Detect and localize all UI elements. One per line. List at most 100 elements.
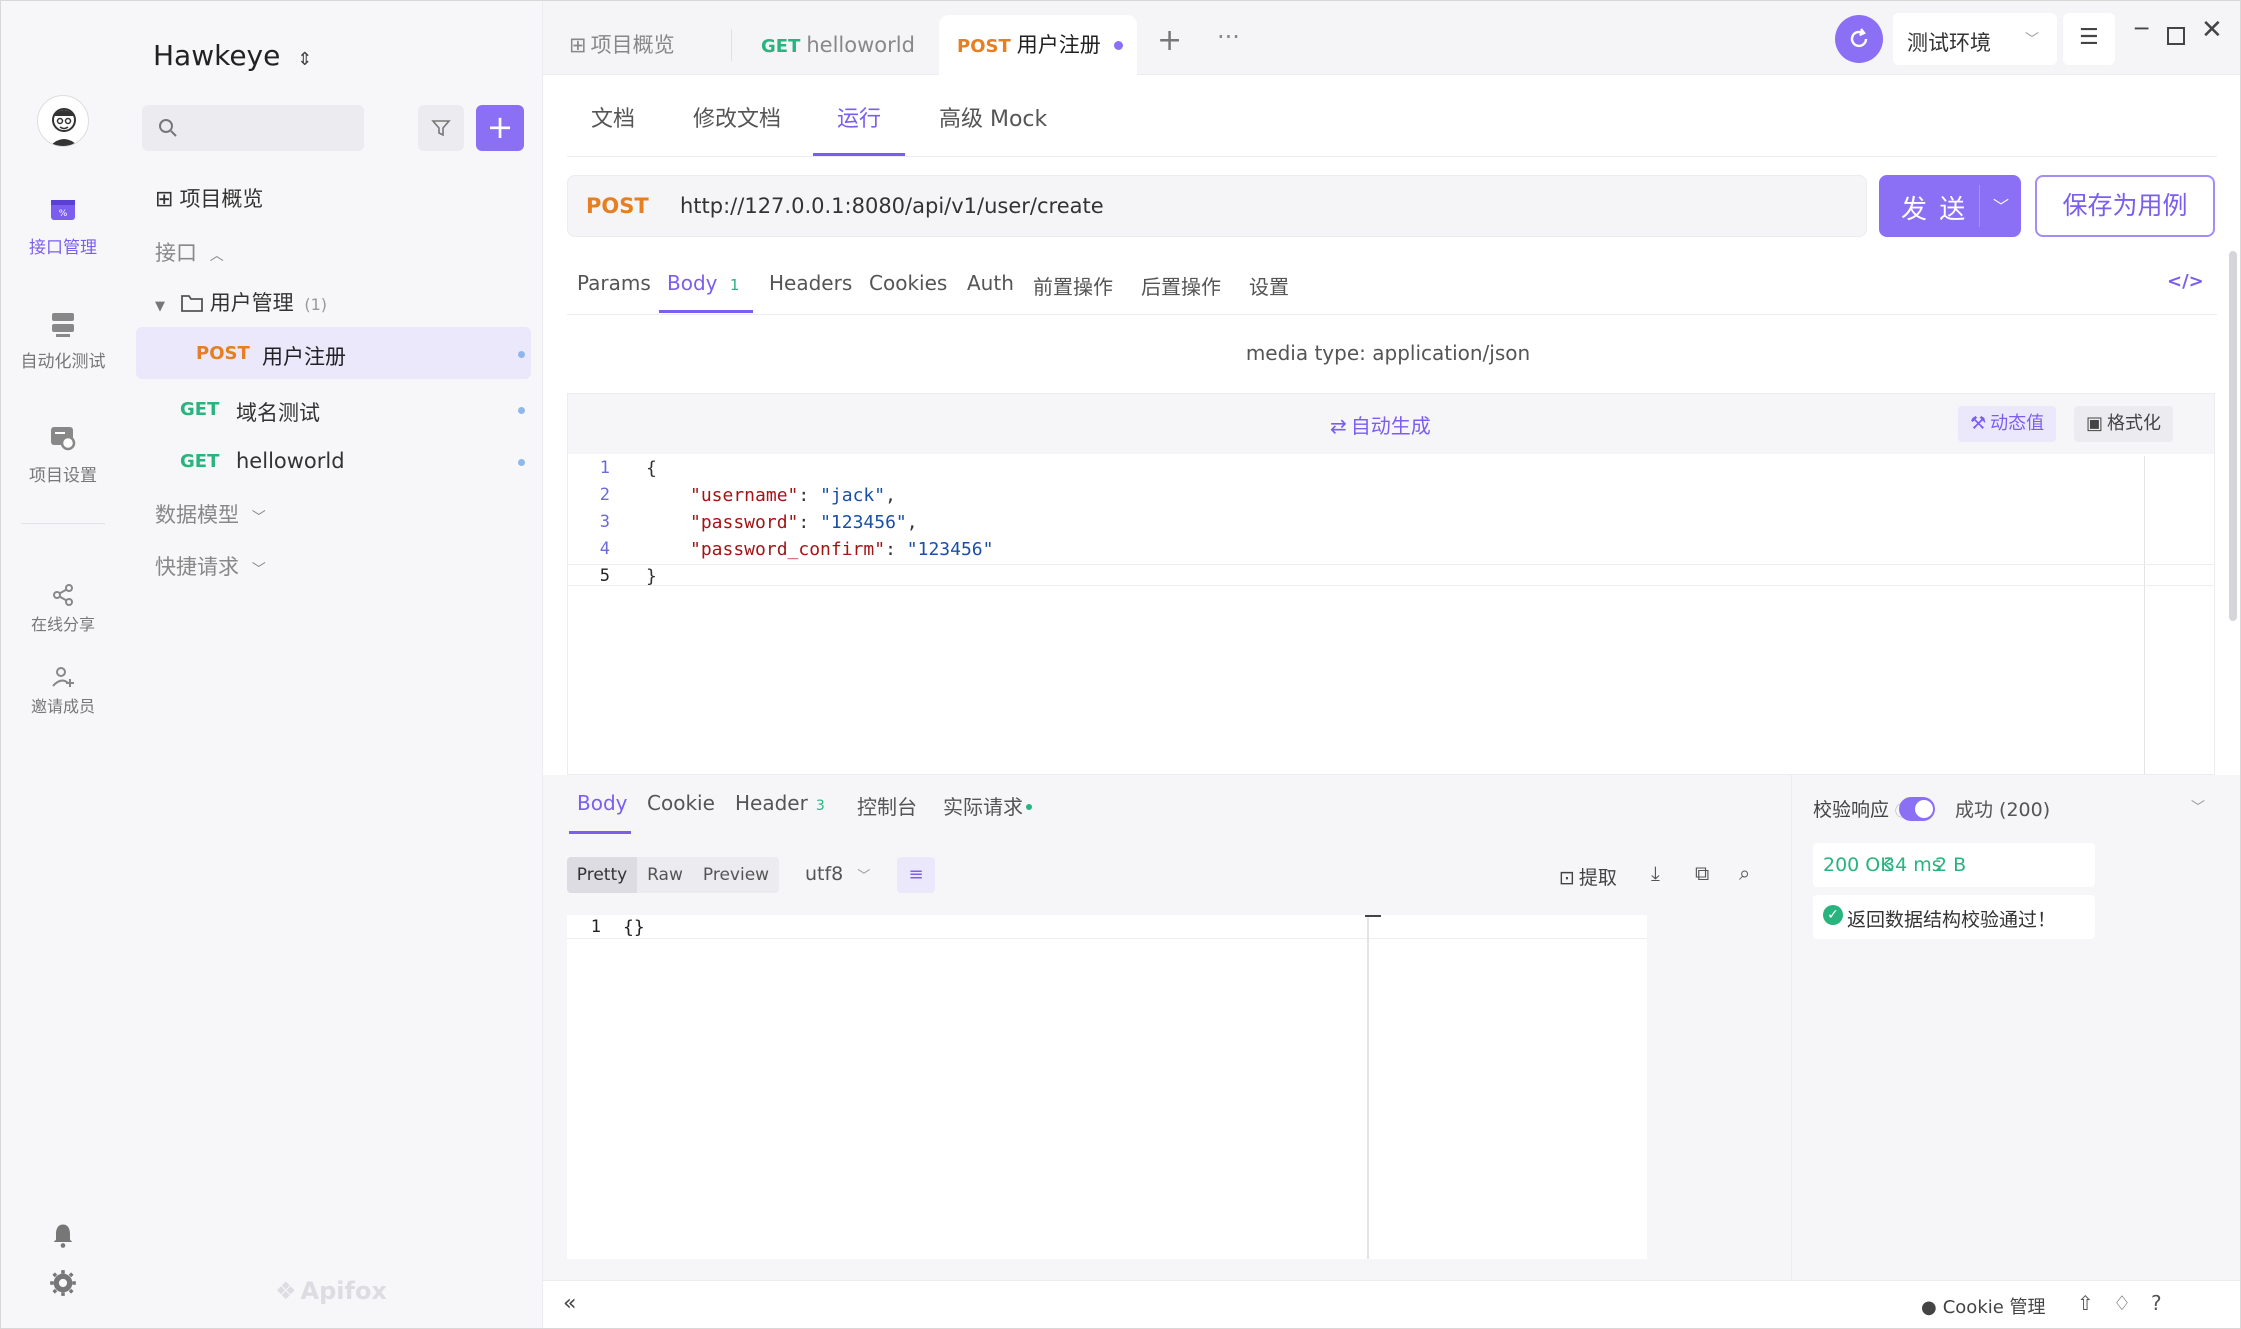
extract-button[interactable]: ⊡ 提取 <box>1559 863 1617 890</box>
env-label: 测试环境 <box>1907 31 1991 55</box>
tab-settings[interactable]: 设置 <box>1249 271 1289 300</box>
line-number: 4 <box>599 539 610 559</box>
rail-label-share: 在线分享 <box>30 615 95 634</box>
more-tabs-button[interactable]: ··· <box>1217 23 1240 51</box>
rail-item-api[interactable]: % 接口管理 <box>1 195 125 258</box>
shirt-button[interactable]: ♢ <box>2113 1291 2131 1315</box>
brand-name: Apifox <box>300 1277 387 1305</box>
menu-button[interactable]: ☰ <box>2063 13 2115 65</box>
method-select[interactable]: POST <box>586 194 649 218</box>
help-button[interactable]: ? <box>2151 1291 2162 1315</box>
validate-status-label: 成功 (200) <box>1955 799 2051 821</box>
rail-item-invite[interactable]: 邀请成员 <box>1 665 125 717</box>
save-case-button[interactable]: 保存为用例 <box>2035 175 2215 237</box>
format-button[interactable]: ▣ 格式化 <box>2074 406 2174 442</box>
filter-button[interactable] <box>418 105 464 151</box>
code-line: } <box>646 566 657 587</box>
send-button[interactable]: 发 送 ﹀ <box>1879 175 2021 237</box>
gear-icon[interactable] <box>49 1269 77 1297</box>
chevron-down-icon[interactable]: ﹀ <box>1993 193 2009 217</box>
reqtab-underline <box>659 310 753 313</box>
tab-user-register[interactable]: POST 用户注册 <box>939 15 1137 75</box>
chevron-down-icon: ﹀ <box>2025 32 2039 48</box>
download-button[interactable]: ⤓ <box>1651 861 1660 885</box>
workspace-switcher[interactable]: Hawkeye ⇕ <box>153 39 312 72</box>
sidebar-section-models[interactable]: 数据模型 ﹀ <box>155 499 266 529</box>
resp-minimap-marker <box>1365 915 1381 917</box>
subtab-edit-docs[interactable]: 修改文档 <box>693 101 781 133</box>
resp-tab-actual[interactable]: 实际请求 <box>943 791 1032 820</box>
active-line <box>567 915 1647 939</box>
format-icon: ▣ <box>2086 413 2104 434</box>
rail-item-settings[interactable]: 项目设置 <box>1 423 125 486</box>
maximize-button[interactable] <box>2167 27 2185 45</box>
response-size: 2 B <box>1935 854 1967 876</box>
validate-toggle[interactable] <box>1899 797 1935 821</box>
sidebar-item-helloworld[interactable]: GET helloworld <box>136 435 531 487</box>
response-body-editor[interactable]: 1 {} <box>567 915 1647 1259</box>
subtab-run[interactable]: 运行 <box>837 101 881 133</box>
tab-auth[interactable]: Auth <box>967 271 1014 295</box>
tab-headers[interactable]: Headers <box>769 271 852 295</box>
subtab-mock[interactable]: 高级 Mock <box>939 101 1047 133</box>
encoding-select[interactable]: utf8 ﹀ <box>805 863 870 885</box>
code-view-button[interactable]: </> <box>2167 271 2204 292</box>
sidebar-item-user-register[interactable]: POST 用户注册 <box>136 327 531 379</box>
tab-cookies[interactable]: Cookies <box>869 271 947 295</box>
env-select[interactable]: 测试环境 ﹀ <box>1893 13 2057 65</box>
validate-status-select[interactable]: 成功 (200) <box>1955 795 2050 822</box>
tab-post-ops[interactable]: 后置操作 <box>1141 271 1221 300</box>
toggle-knob <box>1915 800 1933 818</box>
bell-icon[interactable] <box>49 1221 77 1249</box>
sidebar-section-quick[interactable]: 快捷请求 ﹀ <box>155 551 266 581</box>
sync-button[interactable] <box>1835 15 1883 63</box>
subtab-docs[interactable]: 文档 <box>591 101 635 133</box>
resp-tab-header[interactable]: Header 3 <box>735 791 825 815</box>
add-tab-button[interactable]: + <box>1157 23 1182 58</box>
active-line <box>568 564 2214 586</box>
sidebar-item-domain-test[interactable]: GET 域名测试 <box>136 383 531 435</box>
auto-generate-button[interactable]: ⇄ 自动生成 <box>1330 410 1431 439</box>
wrap-toggle[interactable]: ≡ <box>897 857 935 893</box>
rail-item-share[interactable]: 在线分享 <box>1 583 125 635</box>
view-raw[interactable]: Raw <box>637 857 693 893</box>
close-button[interactable]: ✕ <box>2201 15 2223 45</box>
search-resp-button[interactable]: ⌕ <box>1739 861 1750 885</box>
json-value: "123456" <box>906 539 994 560</box>
main-panel: ⊞ 项目概览 GET helloworld POST 用户注册 + ··· 测试环境 … <box>543 1 2240 1328</box>
view-pretty[interactable]: Pretty <box>567 857 637 893</box>
status-dot <box>518 459 525 466</box>
sidebar-overview[interactable]: ⊞ 项目概览 <box>155 183 263 213</box>
resp-tab-cookie[interactable]: Cookie <box>647 791 715 815</box>
rail-item-automation[interactable]: 自动化测试 <box>1 309 125 372</box>
section-quick-label: 快捷请求 <box>155 555 239 579</box>
minimize-button[interactable]: ─ <box>2135 17 2148 42</box>
tab-params[interactable]: Params <box>577 271 651 295</box>
url-input[interactable]: http://127.0.0.1:8080/api/v1/user/create <box>680 194 1104 218</box>
upload-button[interactable]: ⇧ <box>2077 1291 2094 1315</box>
sidebar-section-api[interactable]: 接口 ︿ <box>155 237 224 267</box>
resp-tab-console[interactable]: 控制台 <box>857 791 917 820</box>
tab-label: helloworld <box>806 33 915 57</box>
avatar[interactable] <box>37 95 89 147</box>
search-input[interactable] <box>142 105 364 151</box>
tab-overview[interactable]: ⊞ 项目概览 <box>551 15 693 75</box>
media-type: media type: application/json <box>1245 341 1531 365</box>
method-badge: GET <box>761 36 801 57</box>
collapse-button[interactable]: « <box>563 1291 576 1316</box>
cookie-manager-button[interactable]: ● Cookie 管理 <box>1921 1293 2046 1319</box>
view-preview[interactable]: Preview <box>693 857 779 893</box>
status-dot <box>518 407 525 414</box>
chevron-down-icon[interactable]: ﹀ <box>2191 797 2205 817</box>
tab-body[interactable]: Body 1 <box>667 271 739 295</box>
main-scrollbar[interactable] <box>2229 251 2237 621</box>
add-button[interactable]: + <box>476 105 524 151</box>
tab-pre-ops[interactable]: 前置操作 <box>1033 271 1113 300</box>
dynamic-value-button[interactable]: ⚒ 动态值 <box>1958 406 2057 442</box>
copy-button[interactable]: ⧉ <box>1695 861 1709 885</box>
resp-tab-underline <box>569 831 631 834</box>
folder-user-management[interactable]: ▼ 用户管理 (1) <box>155 287 327 317</box>
tab-helloworld[interactable]: GET helloworld <box>743 15 933 75</box>
invite-user-icon <box>52 667 74 687</box>
resp-tab-body[interactable]: Body <box>577 791 628 815</box>
